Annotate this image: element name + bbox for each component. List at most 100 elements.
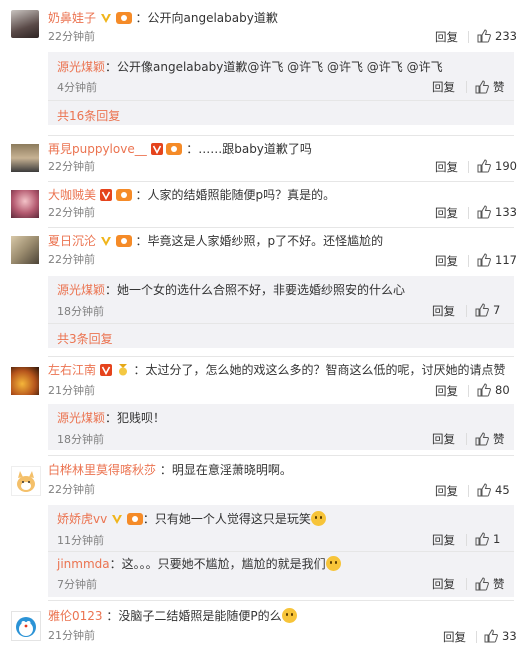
like-button[interactable]: 赞 <box>475 576 505 592</box>
reply-button[interactable]: 回复 <box>435 159 458 175</box>
reply-username[interactable]: 源光煤颖 <box>57 60 105 74</box>
like-count: 133 <box>495 205 517 219</box>
like-button[interactable]: 80 <box>477 383 510 397</box>
divider <box>466 433 467 445</box>
reply-time: 18分钟前 <box>57 433 104 446</box>
divider <box>48 100 514 101</box>
like-button[interactable]: 233 <box>477 29 517 43</box>
thumbs-up-icon <box>475 577 489 591</box>
like-button[interactable]: 117 <box>477 253 517 267</box>
avatar[interactable] <box>11 190 39 218</box>
divider <box>468 207 469 219</box>
like-count: 80 <box>495 383 510 397</box>
comment-text: ：人家的结婚照能随便p吗？真是的。 <box>135 188 336 202</box>
reply-button[interactable]: 回复 <box>432 79 455 95</box>
comment-username[interactable]: 雅伦0123 <box>48 609 103 623</box>
vip-level-icon <box>166 143 183 159</box>
like-button[interactable]: 1 <box>475 532 500 546</box>
reply-button[interactable]: 回复 <box>435 383 458 399</box>
reply-button[interactable]: 回复 <box>435 253 458 269</box>
verified-v-icon <box>111 513 123 529</box>
divider <box>466 578 467 590</box>
divider <box>468 161 469 173</box>
vip-badge-icon <box>99 189 112 205</box>
comment-item: 再見puppylove__ ：……跟baby道歉了吗 22分钟前 回复 190 <box>0 138 530 182</box>
avatar[interactable] <box>11 367 39 395</box>
comment-username[interactable]: 奶鼻娃子 <box>48 11 96 25</box>
comment-time: 22分钟前 <box>48 206 95 219</box>
divider <box>466 534 467 546</box>
divider <box>466 305 467 317</box>
divider <box>466 81 467 93</box>
thumbs-up-icon <box>477 159 491 173</box>
divider <box>468 385 469 397</box>
reply-box: 源光煤颖：犯贱呗！ 18分钟前 回复 赞 <box>48 404 514 450</box>
comment-item: 雅伦0123 ：没脑子二结婚照是能随便P的么 21分钟前 回复 33 <box>0 603 530 649</box>
thumbs-up-icon <box>484 629 498 643</box>
reply-text: ：犯贱呗！ <box>105 411 166 425</box>
vip-level-icon <box>126 513 143 529</box>
reply-button[interactable]: 回复 <box>432 431 455 447</box>
comment-username[interactable]: 大咖贼美 <box>48 188 96 202</box>
verified-v-icon <box>100 235 112 251</box>
verified-v-icon <box>100 12 112 28</box>
reply-username[interactable]: 娇娇虎vv <box>57 512 107 526</box>
avatar[interactable] <box>11 611 41 641</box>
like-button[interactable]: 33 <box>484 629 517 643</box>
comment-username[interactable]: 白桦林里莫得喀秋莎 <box>48 463 156 477</box>
reply-time: 18分钟前 <box>57 305 104 318</box>
thumbs-up-icon <box>477 383 491 397</box>
comment-username[interactable]: 左右江南 <box>48 363 96 377</box>
avatar[interactable] <box>11 10 39 38</box>
smile-emoji-icon <box>310 511 326 526</box>
reply-username[interactable]: 源光煤颖 <box>57 411 105 425</box>
avatar[interactable] <box>11 466 41 496</box>
avatar[interactable] <box>11 236 39 264</box>
reply-username[interactable]: 源光煤颖 <box>57 283 105 297</box>
sweat-emoji-icon <box>281 608 297 623</box>
reply-item: 源光煤颖：公开像angelababy道歉@许飞 @许飞 @许飞 @许飞 @许飞 … <box>48 52 514 96</box>
like-count: 33 <box>502 629 517 643</box>
comment-time: 22分钟前 <box>48 483 95 496</box>
comment-username[interactable]: 再見puppylove__ <box>48 142 147 156</box>
avatar[interactable] <box>11 144 39 172</box>
divider <box>476 631 477 643</box>
reply-button[interactable]: 回复 <box>432 532 455 548</box>
sweat-emoji-icon <box>325 556 341 571</box>
divider <box>48 455 514 456</box>
thumbs-up-icon <box>477 253 491 267</box>
like-button[interactable]: 赞 <box>475 79 505 95</box>
reply-item: 源光煤颖：她一个女的选什么合照不好，非要选婚纱照安的什么心 18分钟前 回复 7 <box>48 276 514 320</box>
reply-button[interactable]: 回复 <box>432 303 455 319</box>
comment-username[interactable]: 夏日沉沦 <box>48 234 96 248</box>
like-button[interactable]: 7 <box>475 303 500 317</box>
reply-button[interactable]: 回复 <box>443 629 466 645</box>
comment-text: ：没脑子二结婚照是能随便P的么 <box>106 609 282 623</box>
like-button[interactable]: 赞 <box>475 431 505 447</box>
thumbs-up-icon <box>477 205 491 219</box>
reply-button[interactable]: 回复 <box>435 29 458 45</box>
like-button[interactable]: 45 <box>477 483 510 497</box>
comment-time: 21分钟前 <box>48 384 95 397</box>
thumbs-up-icon <box>475 432 489 446</box>
like-button[interactable]: 190 <box>477 159 517 173</box>
comment-item: 奶鼻娃子 ：公开向angelababy道歉 22分钟前 回复 233 源光煤颖：… <box>0 0 530 125</box>
vip-level-icon <box>115 12 132 28</box>
reply-button[interactable]: 回复 <box>435 205 458 221</box>
vip-badge-icon <box>150 143 163 159</box>
more-replies-link[interactable]: 共16条回复 <box>57 107 120 124</box>
like-count: 45 <box>495 483 510 497</box>
reply-button[interactable]: 回复 <box>435 483 458 499</box>
like-button[interactable]: 133 <box>477 205 517 219</box>
vip-level-icon <box>115 235 132 251</box>
reply-text: ：这。。。只要她不尴尬，尴尬的就是我们 <box>109 557 326 571</box>
like-count: 117 <box>495 253 517 267</box>
divider <box>48 600 514 601</box>
divider <box>48 227 514 228</box>
reply-username[interactable]: jinmmda <box>57 557 110 571</box>
reply-button[interactable]: 回复 <box>432 576 455 592</box>
comment-time: 22分钟前 <box>48 253 95 266</box>
more-replies-link[interactable]: 共3条回复 <box>57 330 113 347</box>
divider <box>48 356 514 357</box>
reply-box: 源光煤颖：公开像angelababy道歉@许飞 @许飞 @许飞 @许飞 @许飞 … <box>48 52 514 125</box>
